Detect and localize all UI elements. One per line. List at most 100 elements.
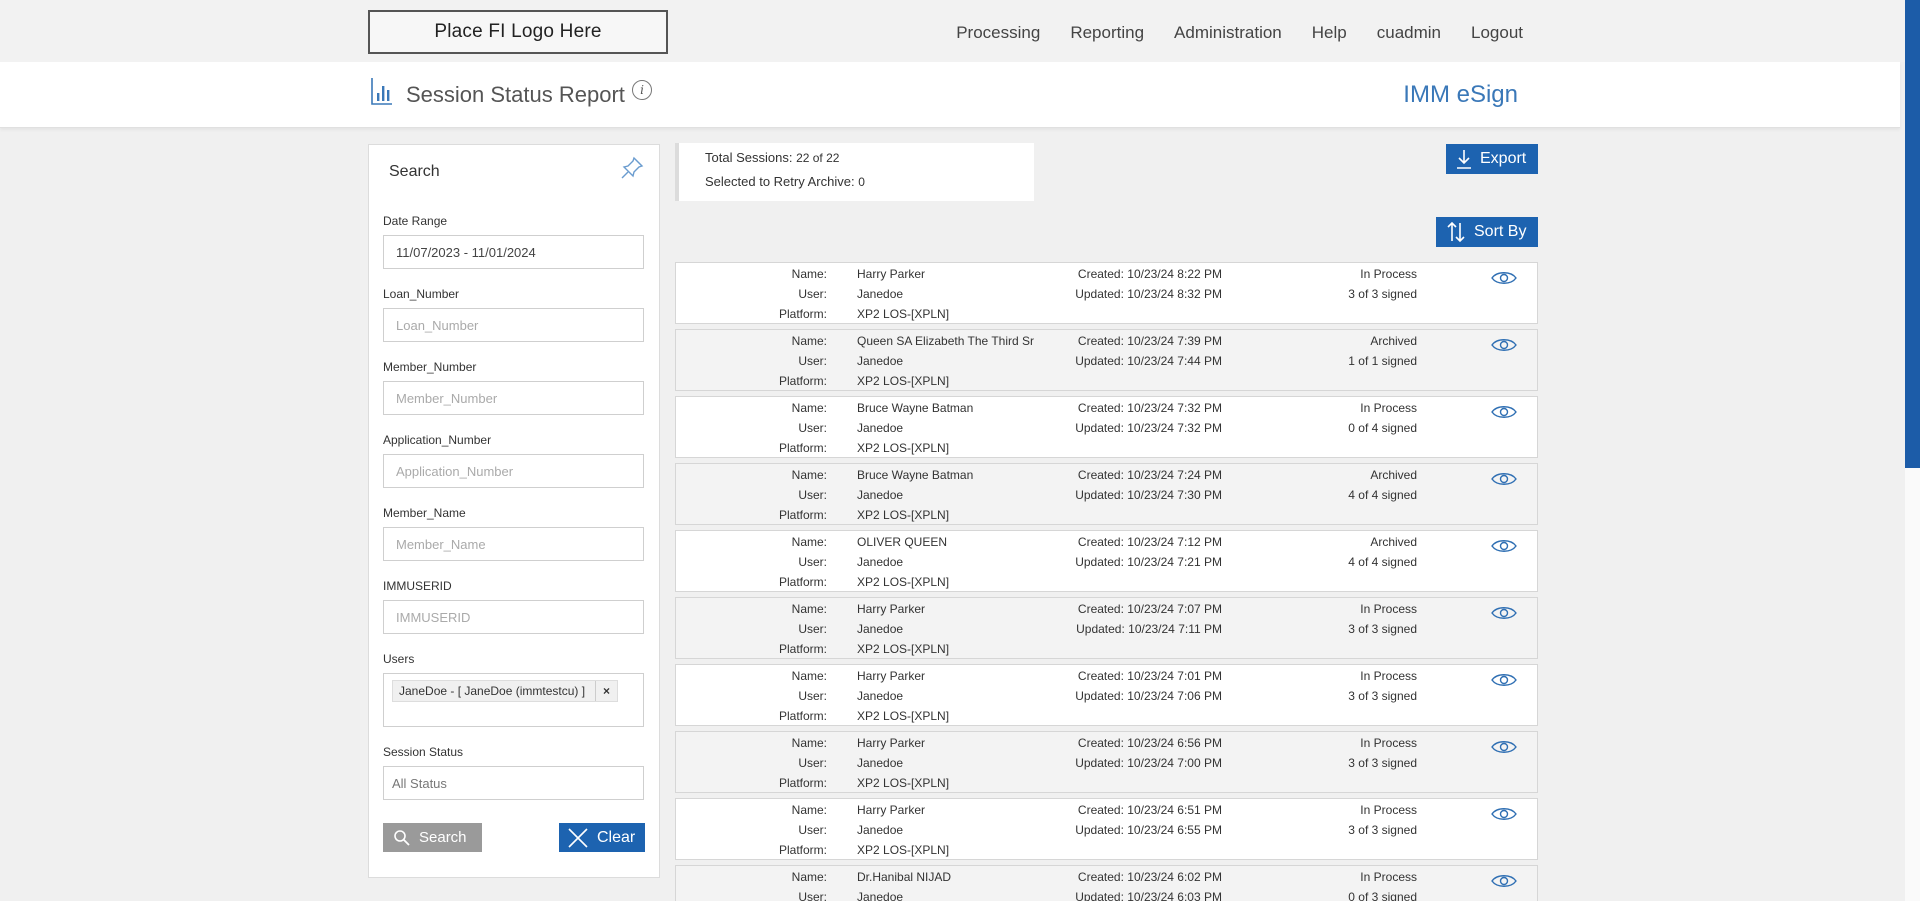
eye-icon[interactable]: [1491, 336, 1517, 354]
retry-archive-value: 0: [858, 175, 865, 189]
user-label: User:: [798, 823, 827, 837]
loan-number-input[interactable]: [383, 308, 644, 342]
sort-by-button[interactable]: Sort By: [1436, 217, 1538, 247]
session-updated: Updated: 10/23/24 7:06 PM: [1075, 689, 1222, 703]
session-created: Created: 10/23/24 7:24 PM: [1077, 468, 1222, 482]
loan-number-label: Loan_Number: [383, 287, 460, 301]
eye-icon[interactable]: [1491, 537, 1517, 555]
session-row[interactable]: Name: User: Platform: Bruce Wayne Batman Jan…: [675, 463, 1538, 525]
session-platform: XP2 LOS-[XPLN]: [857, 709, 950, 723]
session-name: Harry Parker: [857, 602, 926, 616]
session-platform: XP2 LOS-[XPLN]: [857, 508, 950, 522]
user-label: User:: [798, 555, 827, 569]
eye-icon[interactable]: [1491, 470, 1517, 488]
session-row[interactable]: Name: User: Platform: Harry Parker Janedoe XP…: [675, 798, 1538, 860]
user-label: User:: [798, 622, 827, 636]
session-row[interactable]: Name: User: Platform: Harry Parker Janedoe XP…: [675, 597, 1538, 659]
session-row[interactable]: Name: User: Platform: Bruce Wayne Batman Jan…: [675, 396, 1538, 458]
session-row[interactable]: Name: User: Platform: OLIVER QUEEN Janedoe XP…: [675, 530, 1538, 592]
session-updated: Updated: 10/23/24 7:44 PM: [1075, 354, 1222, 368]
user-label: User:: [798, 354, 827, 368]
session-user: Janedoe: [857, 823, 904, 837]
user-label: User:: [798, 287, 827, 301]
clear-button[interactable]: Clear: [559, 823, 645, 852]
nav-reporting[interactable]: Reporting: [1070, 23, 1144, 43]
session-row[interactable]: Name: User: Platform: Harry Parker Janedoe XP…: [675, 262, 1538, 324]
session-platform: XP2 LOS-[XPLN]: [857, 575, 950, 589]
member-name-input[interactable]: [383, 527, 644, 561]
user-label: User:: [798, 756, 827, 770]
session-name: Bruce Wayne Batman: [857, 401, 974, 415]
eye-icon[interactable]: [1491, 872, 1517, 890]
nav-administration[interactable]: Administration: [1174, 23, 1282, 43]
session-created: Created: 10/23/24 7:39 PM: [1077, 334, 1222, 348]
search-panel-title: Search: [389, 163, 440, 180]
info-icon[interactable]: i: [632, 80, 652, 100]
session-updated: Updated: 10/23/24 6:55 PM: [1075, 823, 1222, 837]
name-label: Name:: [791, 870, 827, 884]
session-user: Janedoe: [857, 689, 904, 703]
eye-icon[interactable]: [1491, 269, 1517, 287]
eye-icon[interactable]: [1491, 403, 1517, 421]
session-user: Janedoe: [857, 488, 904, 502]
brand-name: IMM eSign: [1403, 81, 1518, 108]
user-label: User:: [798, 488, 827, 502]
session-status-select[interactable]: [383, 766, 644, 800]
session-created: Created: 10/23/24 6:02 PM: [1077, 870, 1222, 884]
immuserid-input[interactable]: [383, 600, 644, 634]
user-label: User:: [798, 421, 827, 435]
session-row[interactable]: Name: User: Platform: Harry Parker Janedoe XP…: [675, 664, 1538, 726]
main-nav: Processing Reporting Administration Help…: [926, 23, 1523, 43]
platform-label: Platform:: [778, 374, 827, 388]
users-multiselect[interactable]: JaneDoe - [ JaneDoe (immtestcu) ] ×: [383, 673, 644, 727]
session-name: Harry Parker: [857, 669, 926, 683]
fi-logo-placeholder[interactable]: Place FI Logo Here: [368, 10, 668, 54]
member-name-label: Member_Name: [383, 506, 466, 520]
platform-label: Platform:: [778, 575, 827, 589]
user-chip: JaneDoe - [ JaneDoe (immtestcu) ] ×: [392, 680, 618, 702]
session-row[interactable]: Name: User: Platform: Queen SA Elizabeth Th…: [675, 329, 1538, 391]
platform-label: Platform:: [778, 776, 827, 790]
users-label: Users: [383, 652, 415, 666]
download-icon: [1457, 150, 1471, 169]
remove-user-chip-icon[interactable]: ×: [595, 681, 617, 701]
session-signed-count: 1 of 1 signed: [1348, 354, 1417, 368]
nav-user-account[interactable]: cuadmin: [1377, 23, 1441, 43]
name-label: Name:: [791, 334, 827, 348]
session-created: Created: 10/23/24 8:22 PM: [1077, 267, 1222, 281]
eye-icon[interactable]: [1491, 738, 1517, 756]
session-name: Queen SA Elizabeth The Third Sr: [857, 334, 1034, 348]
nav-help[interactable]: Help: [1312, 23, 1347, 43]
eye-icon[interactable]: [1491, 671, 1517, 689]
session-status: In Process: [1360, 736, 1417, 750]
session-signed-count: 3 of 3 signed: [1348, 287, 1417, 301]
search-button[interactable]: Search: [383, 823, 482, 852]
session-status: Archived: [1370, 535, 1417, 549]
nav-processing[interactable]: Processing: [956, 23, 1040, 43]
sort-by-button-label: Sort By: [1474, 223, 1527, 240]
session-platform: XP2 LOS-[XPLN]: [857, 441, 950, 455]
session-platform: XP2 LOS-[XPLN]: [857, 374, 950, 388]
application-number-label: Application_Number: [383, 433, 492, 447]
eye-icon[interactable]: [1491, 604, 1517, 622]
session-row[interactable]: Name:User:Platform:Dr.Hanibal NIJADJaned…: [675, 865, 1538, 901]
session-row[interactable]: Name: User: Platform: Harry Parker Janedoe XP…: [675, 731, 1538, 793]
magnifier-icon: [394, 829, 410, 846]
user-chip-label: JaneDoe - [ JaneDoe (immtestcu) ]: [399, 684, 586, 698]
date-range-input[interactable]: [383, 235, 644, 269]
nav-logout[interactable]: Logout: [1471, 23, 1523, 43]
platform-label: Platform:: [778, 441, 827, 455]
pin-icon[interactable]: [617, 153, 647, 183]
session-user: Janedoe: [857, 756, 904, 770]
export-button[interactable]: Export: [1446, 144, 1538, 174]
member-number-input[interactable]: [383, 381, 644, 415]
total-sessions-value: 22 of 22: [796, 151, 840, 165]
page-header: Session Status Report i IMM eSign: [0, 62, 1900, 128]
session-status: In Process: [1360, 602, 1417, 616]
session-user: Janedoe: [857, 421, 904, 435]
application-number-input[interactable]: [383, 454, 644, 488]
page-scrollbar-thumb[interactable]: [1905, 0, 1920, 468]
session-created: Created: 10/23/24 7:01 PM: [1077, 669, 1222, 683]
session-signed-count: 0 of 4 signed: [1348, 421, 1417, 435]
eye-icon[interactable]: [1491, 805, 1517, 823]
